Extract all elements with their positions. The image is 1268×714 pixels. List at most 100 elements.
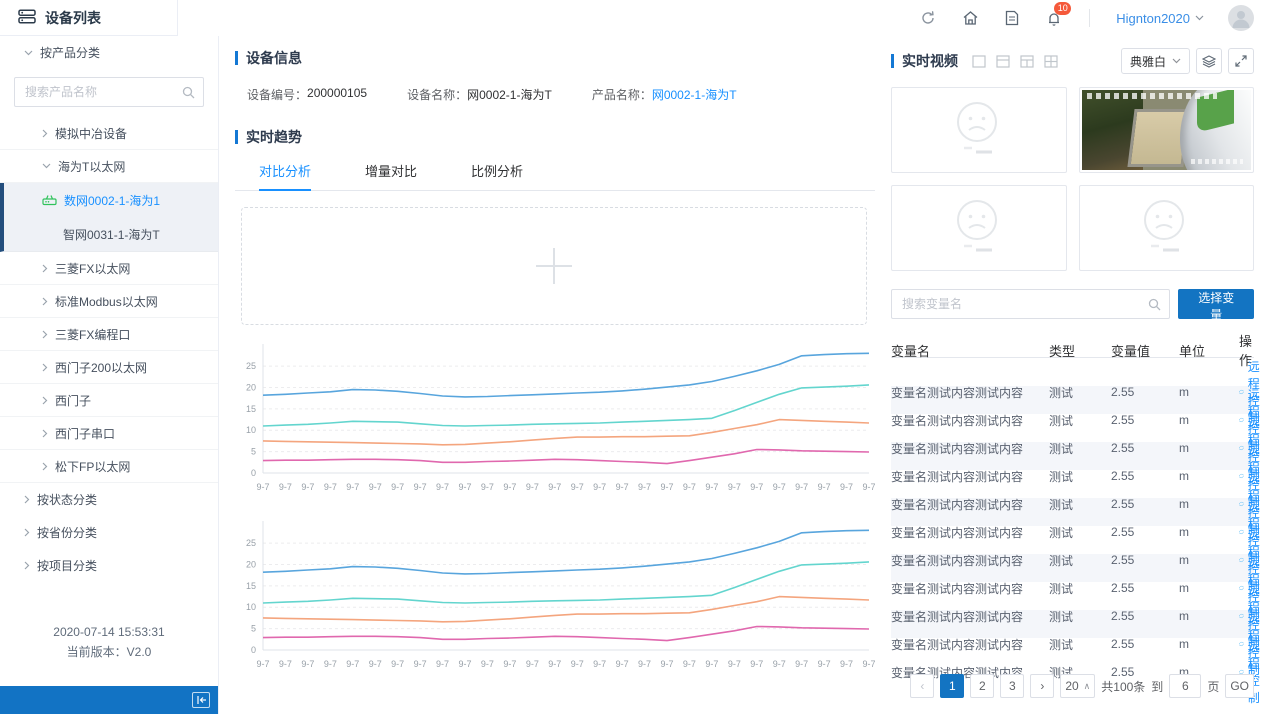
video-slot-2-live[interactable] [1079,87,1255,173]
sidebar-item-modbus[interactable]: 标准Modbus以太网 [0,285,218,318]
svg-text:9-7: 9-7 [279,659,292,669]
no-video-placeholder-icon [1134,198,1198,258]
avatar[interactable] [1228,5,1254,31]
svg-text:5: 5 [251,624,256,634]
search-icon[interactable] [1148,298,1161,311]
sidebar-item-haiwei[interactable]: 海为T以太网 [0,150,218,183]
home-icon[interactable] [961,9,979,27]
trend-tabs: 对比分析 增量对比 比例分析 [235,161,875,191]
svg-text:9-7: 9-7 [683,659,696,669]
chevron-down-icon [1195,15,1204,21]
page-button-1[interactable]: 1 [940,674,964,698]
title-accent-bar [891,54,894,68]
collapse-sidebar-icon[interactable] [192,692,210,708]
svg-text:9-7: 9-7 [862,482,875,492]
select-variable-button[interactable]: 选择变量 [1178,289,1254,319]
jump-page-input[interactable] [1169,674,1201,698]
svg-text:9-7: 9-7 [705,659,718,669]
topbar: 设备列表 10 Hignton2020 [0,0,1268,36]
topbar-divider [1089,9,1090,27]
sidebar-item-by-status[interactable]: 按状态分类 [0,483,218,516]
svg-text:9-7: 9-7 [818,659,831,669]
video-slot-1[interactable] [891,87,1067,173]
page-title: 设备列表 [45,8,101,28]
video-tools: 典雅白 [1121,48,1254,74]
product-name: 产品名称： 网0002-1-海为T [592,86,737,103]
svg-text:15: 15 [246,404,256,414]
svg-text:9-7: 9-7 [369,482,382,492]
fullscreen-button[interactable] [1228,48,1254,74]
title-accent-bar [235,51,238,65]
sidebar-item-mitsubishi-prog[interactable]: 三菱FX编程口 [0,318,218,351]
variable-search-input[interactable] [900,296,1148,312]
tab-ratio-analysis[interactable]: 比例分析 [471,161,523,190]
page-button-3[interactable]: 3 [1000,674,1024,698]
sidebar-item-mitsubishi-eth[interactable]: 三菱FX以太网 [0,252,218,285]
svg-text:9-7: 9-7 [683,482,696,492]
svg-text:9-7: 9-7 [571,482,584,492]
sidebar-header: 设备列表 [0,0,178,36]
version-text: 当前版本：V2.0 [0,642,218,662]
user-menu[interactable]: Hignton2020 [1116,11,1204,26]
layout-four-grid-icon[interactable] [1044,55,1058,68]
sidebar-item-by-product[interactable]: 按产品分类 [0,36,218,69]
video-slot-4[interactable] [1079,185,1255,271]
app-root: 设备列表 10 Hignton2020 [0,0,1268,714]
no-video-placeholder-icon [947,100,1011,160]
prev-page-button[interactable]: ‹ [910,674,934,698]
tab-compare-analysis[interactable]: 对比分析 [259,161,311,190]
trends-title: 实时趋势 [235,127,875,147]
svg-text:0: 0 [251,645,256,655]
tab-increment-compare[interactable]: 增量对比 [365,161,417,190]
sidebar-item-siemens[interactable]: 西门子 [0,384,218,417]
sidebar-item-device-sibling[interactable]: 智网0031-1-海为T [4,217,218,251]
refresh-icon[interactable] [919,9,937,27]
chevron-right-icon [42,297,48,306]
svg-text:9-7: 9-7 [660,659,673,669]
layout-single-icon[interactable] [972,55,986,68]
add-variable-chart-box[interactable] [241,207,867,325]
product-name-link[interactable]: 网0002-1-海为T [652,86,737,103]
total-count: 共100条 [1101,678,1145,695]
svg-text:0: 0 [251,468,256,478]
chevron-right-icon [42,462,48,471]
page-size-select[interactable]: 20 ∧ [1060,674,1095,698]
svg-text:10: 10 [246,425,256,435]
sidebar-item-siemens-serial[interactable]: 西门子串口 [0,417,218,450]
svg-text:9-7: 9-7 [256,482,269,492]
theme-select[interactable]: 典雅白 [1121,48,1190,74]
title-accent-bar [235,130,238,144]
device-info-title: 设备信息 [235,48,875,68]
svg-text:25: 25 [246,538,256,548]
layout-three-split-icon[interactable] [1020,55,1034,68]
svg-text:9-7: 9-7 [638,659,651,669]
sidebar-item-device-selected[interactable]: 数网0002-1-海为1 [4,183,218,217]
chevron-right-icon [24,495,30,504]
document-icon[interactable] [1003,9,1021,27]
svg-text:9-7: 9-7 [436,659,449,669]
next-page-button[interactable]: › [1030,674,1054,698]
svg-text:9-7: 9-7 [324,659,337,669]
sidebar-item-siemens200[interactable]: 西门子200以太网 [0,351,218,384]
chevron-down-icon [42,163,51,169]
layers-icon [1202,55,1216,68]
device-list-icon [18,9,36,27]
product-search-input[interactable] [23,84,182,100]
svg-text:9-7: 9-7 [301,659,314,669]
notification-bell-icon[interactable]: 10 [1045,9,1063,27]
svg-text:9-7: 9-7 [458,659,471,669]
sidebar-item-moni[interactable]: 模拟中冶设备 [0,117,218,150]
layers-button[interactable] [1196,48,1222,74]
sidebar-item-by-province[interactable]: 按省份分类 [0,516,218,549]
search-icon[interactable] [182,86,195,99]
go-button[interactable]: GO [1225,674,1254,698]
sidebar-item-by-project[interactable]: 按项目分类 [0,549,218,582]
page-button-2[interactable]: 2 [970,674,994,698]
svg-text:9-7: 9-7 [526,659,539,669]
chevron-right-icon [42,264,48,273]
svg-text:9-7: 9-7 [750,482,763,492]
layout-two-split-icon[interactable] [996,55,1010,68]
svg-text:9-7: 9-7 [616,659,629,669]
video-slot-3[interactable] [891,185,1067,271]
sidebar-item-panasonic[interactable]: 松下FP以太网 [0,450,218,483]
